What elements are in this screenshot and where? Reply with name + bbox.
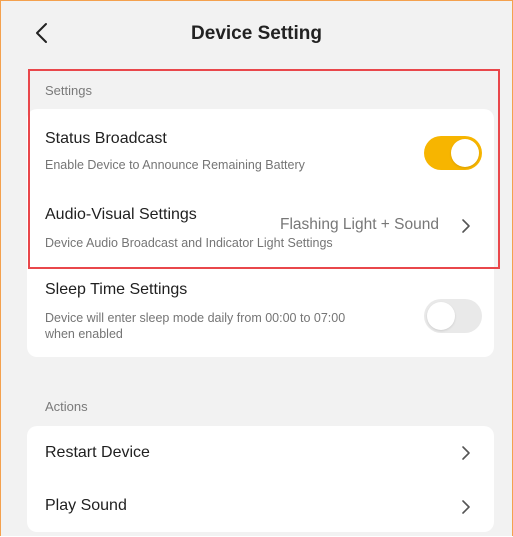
sleep-time-description-line1: Device will enter sleep mode daily from … xyxy=(45,311,346,325)
restart-device-row[interactable]: Restart Device xyxy=(27,426,494,479)
app-screen: Device Setting Settings Status Broadcast… xyxy=(0,0,513,536)
actions-card: Restart Device Play Sound xyxy=(27,426,494,532)
audio-visual-value: Flashing Light + Sound xyxy=(280,216,439,233)
restart-device-label: Restart Device xyxy=(45,444,150,461)
settings-card: Status Broadcast Enable Device to Announ… xyxy=(27,109,494,357)
section-label-settings: Settings xyxy=(45,83,92,98)
chevron-right-icon xyxy=(462,500,470,514)
status-broadcast-description: Enable Device to Announce Remaining Batt… xyxy=(45,158,305,172)
toggle-knob xyxy=(427,302,455,330)
play-sound-row[interactable]: Play Sound xyxy=(27,479,494,532)
toggle-knob xyxy=(451,139,479,167)
status-broadcast-title: Status Broadcast xyxy=(45,130,167,147)
play-sound-label: Play Sound xyxy=(45,497,127,514)
audio-visual-description: Device Audio Broadcast and Indicator Lig… xyxy=(45,236,333,250)
sleep-time-settings-row: Sleep Time Settings Device will enter sl… xyxy=(27,269,494,357)
audio-visual-title: Audio-Visual Settings xyxy=(45,206,197,223)
sleep-time-toggle[interactable] xyxy=(424,299,482,333)
status-broadcast-toggle[interactable] xyxy=(424,136,482,170)
chevron-right-icon xyxy=(462,219,470,233)
sleep-time-title: Sleep Time Settings xyxy=(45,281,188,298)
top-bar: Device Setting xyxy=(1,1,512,67)
page-title: Device Setting xyxy=(191,23,322,44)
section-label-actions: Actions xyxy=(45,399,88,414)
sleep-time-description-line2: when enabled xyxy=(45,327,123,341)
chevron-right-icon xyxy=(462,446,470,460)
audio-visual-settings-row[interactable]: Audio-Visual Settings Device Audio Broad… xyxy=(27,191,494,263)
status-broadcast-row: Status Broadcast Enable Device to Announ… xyxy=(27,109,494,191)
